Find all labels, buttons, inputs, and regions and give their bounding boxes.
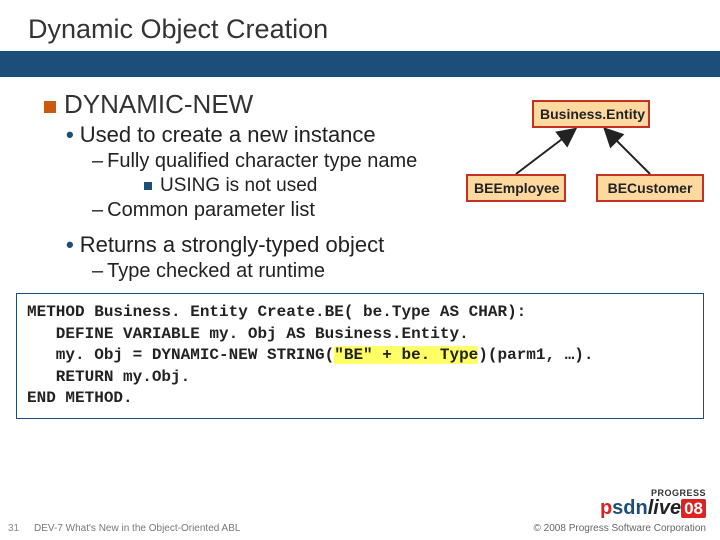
footer-copyright: © 2008 Progress Software Corporation [534,523,706,534]
code-sample: METHOD Business. Entity Create.BE( be.Ty… [16,293,704,419]
footer-session-title: DEV-7 What's New in the Object-Oriented … [34,523,534,534]
psdn-logo: PROGRESS psdnlive08 [600,489,706,518]
bullet-common-param: –Common parameter list [92,199,710,222]
bullet-returns-strongly-typed: •Returns a strongly-typed object [66,232,710,258]
slide-title: Dynamic Object Creation [28,14,720,45]
title-underline-bar [0,51,720,77]
bullet-square-icon [44,101,56,113]
node-business-entity: Business.Entity [532,100,650,128]
slide-footer: 31 DEV-7 What's New in the Object-Orient… [0,523,720,534]
bullet-type-checked: –Type checked at runtime [92,260,710,283]
node-becustomer: BECustomer [596,174,704,202]
slide-number: 31 [8,523,34,534]
heading-dynamic-new: DYNAMIC-NEW [64,89,253,120]
bullet-fully-qualified: –Fully qualified character type name [92,150,710,173]
node-beemployee: BEEmployee [466,174,566,202]
